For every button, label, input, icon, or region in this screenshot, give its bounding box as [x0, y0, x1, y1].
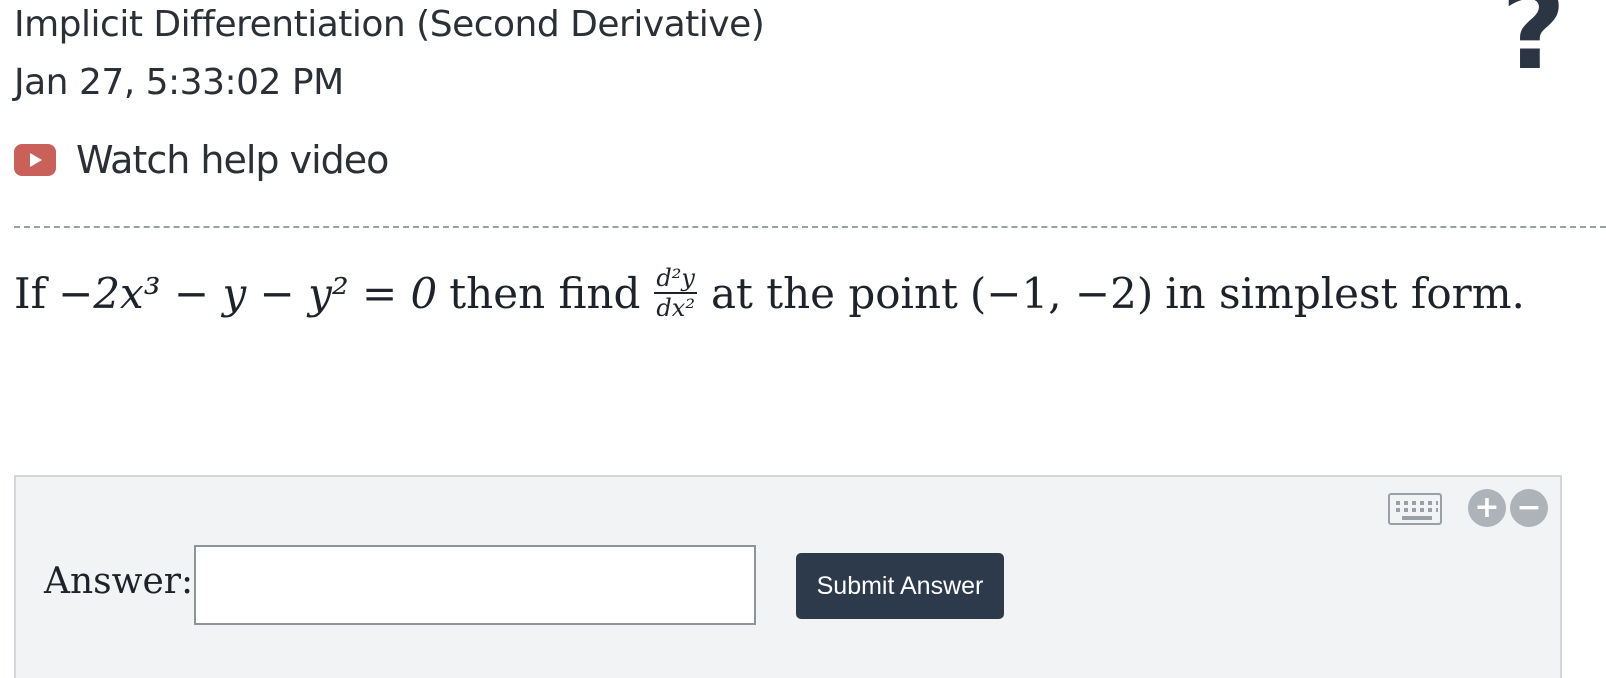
- question-prefix: If: [14, 268, 47, 318]
- assignment-date: Jan 27, 5:33:02 PM: [14, 62, 344, 103]
- watch-help-video-link[interactable]: Watch help video: [14, 138, 389, 182]
- assignment-title: Implicit Differentiation (Second Derivat…: [14, 4, 765, 45]
- question-point: (−1, −2): [969, 268, 1154, 318]
- submit-answer-button[interactable]: Submit Answer: [796, 553, 1004, 619]
- answer-input[interactable]: [194, 545, 756, 625]
- keyboard-icon[interactable]: [1388, 493, 1442, 525]
- fraction-denominator: dx²: [656, 294, 695, 322]
- zoom-out-icon[interactable]: −: [1510, 489, 1548, 527]
- watch-help-video-label: Watch help video: [76, 138, 389, 182]
- question-text: If −2x³ − y − y² = 0 then find d²y dx² a…: [14, 266, 1525, 320]
- play-video-icon: [14, 144, 56, 176]
- question-middle: then find: [449, 268, 641, 318]
- zoom-controls: + −: [1468, 489, 1548, 527]
- question-suffix: at the point: [710, 268, 958, 318]
- question-equation: −2x³ − y − y² = 0: [58, 268, 438, 318]
- section-divider: [14, 226, 1606, 228]
- answer-panel: + − Answer: Submit Answer: [14, 475, 1562, 678]
- second-derivative-fraction: d²y dx²: [654, 266, 697, 320]
- fraction-numerator: d²y: [654, 264, 697, 294]
- question-ending: in simplest form.: [1165, 268, 1525, 318]
- answer-label: Answer:: [44, 561, 194, 602]
- zoom-in-icon[interactable]: +: [1468, 489, 1506, 527]
- help-icon[interactable]: ?: [1501, 0, 1566, 86]
